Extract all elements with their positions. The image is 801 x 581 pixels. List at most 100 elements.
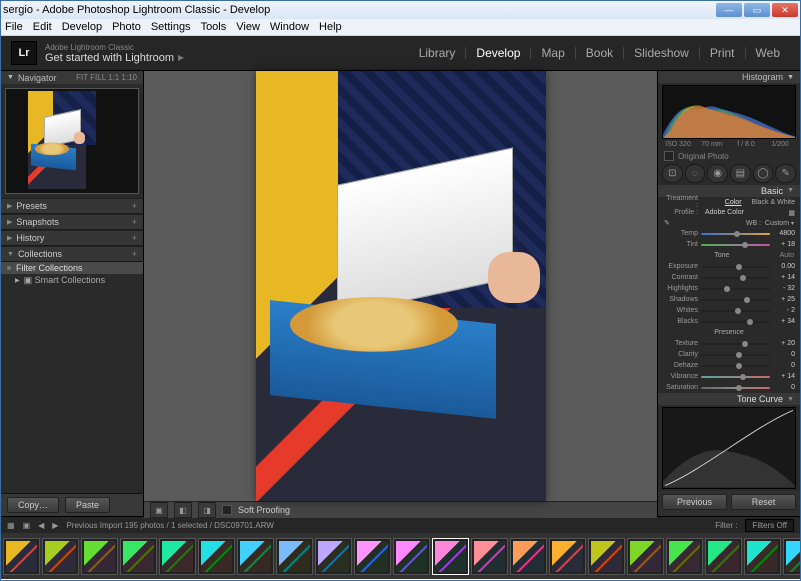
canvas-area[interactable]: ▣ ◧ ◨ Soft Proofing	[144, 71, 657, 516]
filmstrip[interactable]	[1, 533, 800, 579]
module-picker[interactable]: LibraryDevelopMapBookSlideshowPrintWeb	[409, 46, 790, 60]
menu-settings[interactable]: Settings	[151, 21, 191, 33]
histogram[interactable]	[662, 85, 796, 139]
panel-history[interactable]: ▶History+	[1, 230, 143, 246]
menu-develop[interactable]: Develop	[62, 21, 102, 33]
grid-icon[interactable]: ▦	[7, 521, 15, 530]
filmstrip-thumb[interactable]	[432, 538, 469, 575]
before-after-icon[interactable]: ◧	[174, 502, 192, 518]
filmstrip-thumb[interactable]	[783, 538, 800, 575]
nav-back-icon[interactable]: ◀	[38, 521, 44, 530]
nav-fwd-icon[interactable]: ▶	[52, 521, 58, 530]
filmstrip-thumb[interactable]	[159, 538, 196, 575]
panel-collections[interactable]: ▼Collections+	[1, 246, 143, 262]
menu-window[interactable]: Window	[270, 21, 309, 33]
redeye-tool-icon[interactable]: ◉	[707, 164, 728, 183]
copy-button[interactable]: Copy…	[7, 497, 59, 513]
filmstrip-thumb[interactable]	[198, 538, 235, 575]
paste-button[interactable]: Paste	[65, 497, 110, 513]
filter-collections[interactable]: Filter Collections	[1, 262, 143, 274]
filmstrip-thumb[interactable]	[393, 538, 430, 575]
slider-contrast[interactable]	[701, 275, 770, 281]
filmstrip-thumb[interactable]	[42, 538, 79, 575]
module-book[interactable]: Book	[576, 46, 623, 60]
slider-highlights[interactable]	[701, 286, 770, 292]
module-slideshow[interactable]: Slideshow	[624, 46, 699, 60]
slider-exposure[interactable]	[701, 264, 770, 270]
filmstrip-thumb[interactable]	[627, 538, 664, 575]
menu-photo[interactable]: Photo	[112, 21, 141, 33]
smart-collections[interactable]: ▶▣ Smart Collections	[1, 274, 143, 287]
filmstrip-thumb[interactable]	[744, 538, 781, 575]
navigator-header[interactable]: ▼ Navigator FIT FILL 1:1 1:10	[1, 71, 143, 84]
filmstrip-thumb[interactable]	[237, 538, 274, 575]
secondary-display-icon[interactable]: ▣	[23, 521, 31, 530]
slider-vibrance[interactable]	[701, 374, 770, 380]
lightroom-logo-icon: Lr	[11, 41, 37, 65]
filmstrip-thumb[interactable]	[81, 538, 118, 575]
filmstrip-thumb[interactable]	[510, 538, 547, 575]
wb-select[interactable]: Custom	[765, 220, 789, 227]
filmstrip-thumb[interactable]	[705, 538, 742, 575]
slider-temp[interactable]	[701, 231, 770, 237]
module-web[interactable]: Web	[746, 46, 790, 60]
panel-presets[interactable]: ▶Presets+	[1, 198, 143, 214]
panel-snapshots[interactable]: ▶Snapshots+	[1, 214, 143, 230]
filmstrip-thumb[interactable]	[588, 538, 625, 575]
slider-clarity[interactable]	[701, 352, 770, 358]
menu-help[interactable]: Help	[319, 21, 342, 33]
slider-dehaze[interactable]	[701, 363, 770, 369]
menu-file[interactable]: File	[5, 21, 23, 33]
tone-curve[interactable]	[662, 407, 796, 489]
treatment-color[interactable]: Color	[725, 199, 742, 206]
crop-tool-icon[interactable]: ⊡	[662, 164, 683, 183]
slider-saturation[interactable]	[701, 385, 770, 391]
filmstrip-thumb[interactable]	[120, 538, 157, 575]
module-library[interactable]: Library	[409, 46, 466, 60]
profile-select[interactable]: Adobe Color	[701, 209, 785, 216]
menu-view[interactable]: View	[236, 21, 260, 33]
slider-tint[interactable]	[701, 242, 770, 248]
grad-filter-icon[interactable]: ▤	[730, 164, 751, 183]
slider-texture[interactable]	[701, 341, 770, 347]
filmstrip-thumb[interactable]	[354, 538, 391, 575]
filmstrip-thumb[interactable]	[315, 538, 352, 575]
brand-title[interactable]: Get started with Lightroom	[45, 52, 174, 64]
photo-preview[interactable]	[256, 71, 546, 501]
auto-button[interactable]: Auto	[780, 252, 794, 259]
maximize-button[interactable]: ▭	[744, 3, 770, 17]
navigator-thumbnail[interactable]	[5, 88, 139, 194]
original-photo-checkbox[interactable]	[664, 151, 674, 161]
profile-grid-icon[interactable]: ▦	[788, 209, 795, 217]
module-print[interactable]: Print	[700, 46, 745, 60]
filmstrip-thumb[interactable]	[276, 538, 313, 575]
filmstrip-filter[interactable]: Filters Off	[745, 519, 794, 532]
radial-filter-icon[interactable]: ◯	[753, 164, 774, 183]
soft-proof-checkbox[interactable]	[222, 505, 232, 515]
tone-curve-header[interactable]: Tone Curve▼	[658, 393, 800, 405]
slider-whites[interactable]	[701, 308, 770, 314]
treatment-bw[interactable]: Black & White	[751, 199, 795, 206]
close-button[interactable]: ✕	[772, 3, 798, 17]
menu-edit[interactable]: Edit	[33, 21, 52, 33]
module-develop[interactable]: Develop	[466, 46, 530, 60]
brush-tool-icon[interactable]: ✎	[775, 164, 796, 183]
slider-shadows[interactable]	[701, 297, 770, 303]
filmstrip-thumb[interactable]	[666, 538, 703, 575]
chevron-right-icon: ▶	[178, 53, 184, 62]
filmstrip-thumb[interactable]	[549, 538, 586, 575]
eyedropper-icon[interactable]: ✎	[664, 219, 670, 227]
slider-blacks[interactable]	[701, 319, 770, 325]
module-map[interactable]: Map	[531, 46, 574, 60]
menubar[interactable]: File Edit Develop Photo Settings Tools View Win…	[1, 19, 800, 36]
before-after-split-icon[interactable]: ◨	[198, 502, 216, 518]
filmstrip-thumb[interactable]	[471, 538, 508, 575]
previous-button[interactable]: Previous	[662, 494, 727, 510]
reset-button[interactable]: Reset	[731, 494, 796, 510]
minimize-button[interactable]: —	[716, 3, 742, 17]
loupe-view-icon[interactable]: ▣	[150, 502, 168, 518]
histogram-header[interactable]: Histogram▼	[658, 71, 800, 83]
filmstrip-thumb[interactable]	[3, 538, 40, 575]
menu-tools[interactable]: Tools	[201, 21, 227, 33]
spot-removal-icon[interactable]: ◌	[685, 164, 706, 183]
